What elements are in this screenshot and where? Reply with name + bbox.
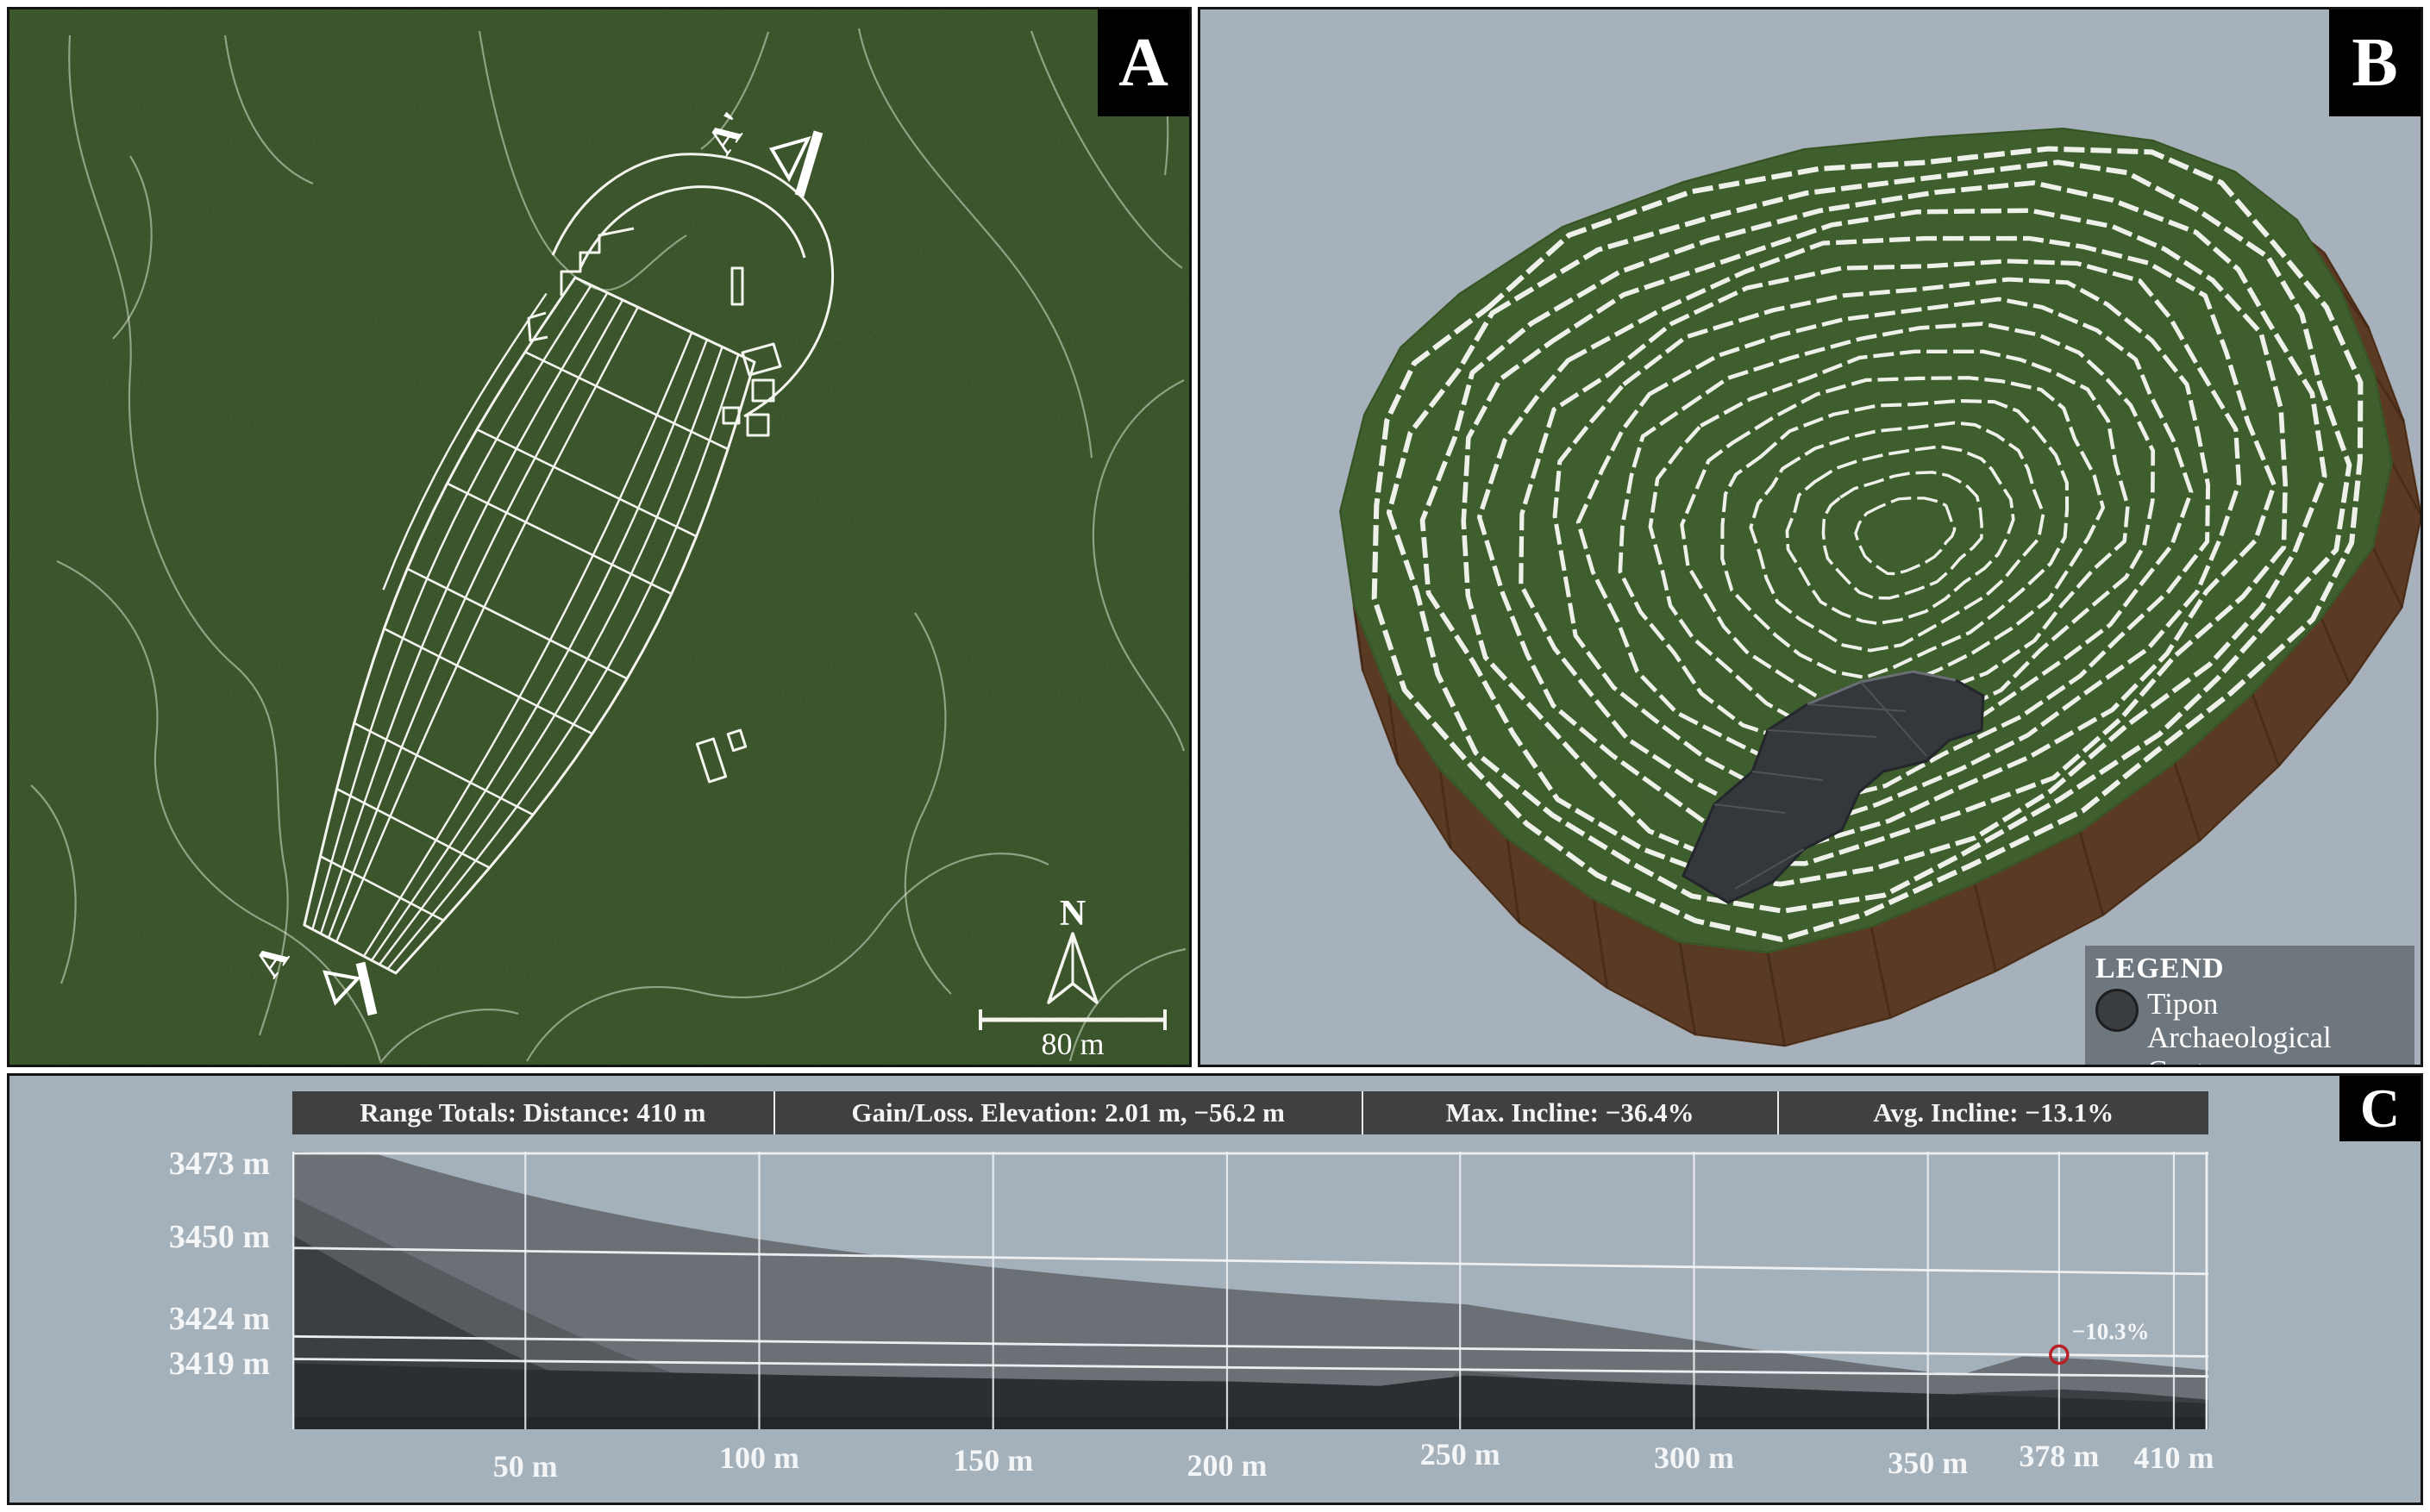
y-tick-label: 3424 m (44, 1300, 270, 1338)
panel-a-label: A (1098, 9, 1189, 116)
stats-bar: Range Totals: Distance: 410 m Gain/Loss.… (292, 1091, 2208, 1134)
scale-label: 80 m (1041, 1027, 1104, 1061)
x-tick-label: 100 m (719, 1440, 799, 1476)
x-tick-label: 200 m (1187, 1447, 1267, 1484)
y-tick-label: 3419 m (44, 1345, 270, 1383)
cursor-label: −10.3% (2072, 1318, 2150, 1344)
legend-item-label: Tipon Archaeological Center (2147, 987, 2404, 1067)
x-tick-label: 250 m (1420, 1436, 1500, 1472)
profile-areas (292, 1152, 2208, 1429)
stat-avg-incline: Avg. Incline: −13.1% (1779, 1091, 2208, 1134)
grass-highlight-texture (9, 9, 1189, 1065)
x-tick-label: 150 m (953, 1442, 1033, 1478)
panel-b-label: B (2329, 9, 2421, 116)
legend-item: Tipon Archaeological Center (2095, 987, 2404, 1067)
figure-frame: A' A N 80 m A (0, 0, 2430, 1512)
panel-b-3d-terrain-model: B LEGEND Tipon Archaeological Center (1198, 7, 2423, 1067)
profile-chart: −10.3% (292, 1152, 2208, 1429)
legend-swatch-icon (2095, 989, 2139, 1032)
panel-c-label: C (2339, 1076, 2421, 1141)
legend-title: LEGEND (2095, 953, 2404, 985)
x-tick-label: 410 m (2133, 1440, 2214, 1476)
terrain-canvas (1200, 9, 2421, 1065)
y-tick-label: 3473 m (44, 1145, 270, 1183)
x-tick-label: 378 m (2019, 1438, 2099, 1474)
panel-c-elevation-profile: Range Totals: Distance: 410 m Gain/Loss.… (7, 1073, 2423, 1505)
x-tick-label: 350 m (1888, 1445, 1968, 1481)
stat-gain-loss: Gain/Loss. Elevation: 2.01 m, −56.2 m (775, 1091, 1363, 1134)
x-tick-label: 50 m (493, 1448, 558, 1484)
stat-range-totals: Range Totals: Distance: 410 m (292, 1091, 775, 1134)
x-tick-label: 300 m (1654, 1440, 1734, 1476)
panel-a-topographic-map: A' A N 80 m A (7, 7, 1192, 1067)
y-tick-label: 3450 m (44, 1218, 270, 1256)
stat-max-incline: Max. Incline: −36.4% (1363, 1091, 1779, 1134)
north-label: N (1060, 894, 1086, 934)
map-canvas: A' A N 80 m (9, 9, 1189, 1065)
legend: LEGEND Tipon Archaeological Center (2085, 946, 2414, 1067)
